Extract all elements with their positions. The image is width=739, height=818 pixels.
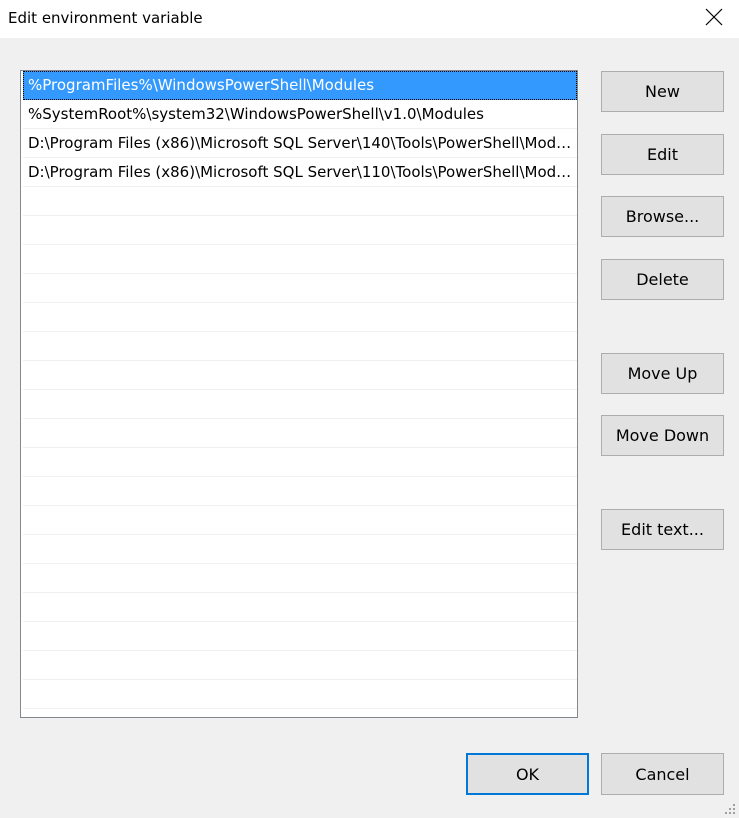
list-item-text: D:\Program Files (x86)\Microsoft SQL Ser… xyxy=(28,134,573,152)
empty-row[interactable] xyxy=(23,332,577,361)
empty-row[interactable] xyxy=(23,680,577,709)
empty-row[interactable] xyxy=(23,419,577,448)
edit-text-button[interactable]: Edit text... xyxy=(601,509,724,550)
new-button[interactable]: New xyxy=(601,71,724,112)
list-item[interactable]: %ProgramFiles%\WindowsPowerShell\Modules xyxy=(23,71,577,100)
empty-row[interactable] xyxy=(23,303,577,332)
close-button[interactable] xyxy=(693,0,739,34)
empty-row[interactable] xyxy=(23,651,577,680)
title-bar: Edit environment variable xyxy=(0,0,739,38)
list-item-text: %SystemRoot%\system32\WindowsPowerShell\… xyxy=(28,105,484,123)
list-item-text: D:\Program Files (x86)\Microsoft SQL Ser… xyxy=(28,163,573,181)
empty-row[interactable] xyxy=(23,216,577,245)
list-item[interactable]: D:\Program Files (x86)\Microsoft SQL Ser… xyxy=(23,158,577,187)
empty-row[interactable] xyxy=(23,448,577,477)
empty-row[interactable] xyxy=(23,593,577,622)
resize-grip-icon[interactable] xyxy=(724,803,736,815)
empty-row[interactable] xyxy=(23,535,577,564)
delete-button[interactable]: Delete xyxy=(601,259,724,300)
ok-button[interactable]: OK xyxy=(466,753,589,795)
empty-row[interactable] xyxy=(23,564,577,593)
edit-button[interactable]: Edit xyxy=(601,134,724,175)
list-item-text: %ProgramFiles%\WindowsPowerShell\Modules xyxy=(28,76,375,94)
window-title: Edit environment variable xyxy=(8,9,203,27)
empty-row[interactable] xyxy=(23,709,577,717)
empty-row[interactable] xyxy=(23,506,577,535)
empty-row[interactable] xyxy=(23,477,577,506)
move-up-button[interactable]: Move Up xyxy=(601,353,724,394)
browse-button[interactable]: Browse... xyxy=(601,196,724,237)
empty-row[interactable] xyxy=(23,274,577,303)
empty-row[interactable] xyxy=(23,187,577,216)
empty-row[interactable] xyxy=(23,245,577,274)
list-item[interactable]: D:\Program Files (x86)\Microsoft SQL Ser… xyxy=(23,129,577,158)
close-icon xyxy=(705,8,723,26)
cancel-button[interactable]: Cancel xyxy=(601,753,724,795)
empty-row[interactable] xyxy=(23,361,577,390)
path-list[interactable]: %ProgramFiles%\WindowsPowerShell\Modules… xyxy=(20,70,578,718)
list-item[interactable]: %SystemRoot%\system32\WindowsPowerShell\… xyxy=(23,100,577,129)
move-down-button[interactable]: Move Down xyxy=(601,415,724,456)
empty-row[interactable] xyxy=(23,622,577,651)
empty-row[interactable] xyxy=(23,390,577,419)
